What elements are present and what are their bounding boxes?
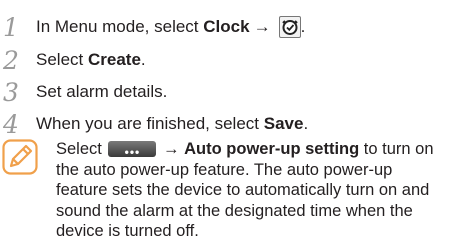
create-label: Create bbox=[87, 50, 141, 69]
step-number: 4 bbox=[3, 109, 19, 139]
step-text: In Menu mode, select Clock → . bbox=[36, 16, 306, 38]
step-number: 1 bbox=[3, 12, 19, 42]
step-text: When you are finished, select Save . bbox=[36, 114, 309, 133]
step-1: 1 In Menu mode, select Clock → . bbox=[0, 12, 305, 42]
auto-power-up-setting-label: Auto power-up setting bbox=[184, 140, 360, 158]
menu-path-clock: Clock bbox=[203, 17, 250, 36]
clock-icon bbox=[278, 16, 301, 38]
step-text: Select Create . bbox=[36, 50, 146, 69]
step-number: 3 bbox=[3, 77, 19, 107]
step-4: 4 When you are finished, select Save . bbox=[0, 109, 308, 139]
note-text: Select ••• → Auto power-up setting to tu… bbox=[56, 140, 434, 241]
menu-dots-icon: ••• bbox=[108, 140, 157, 159]
save-label: Save bbox=[263, 114, 304, 133]
step-2: 2 Select Create . bbox=[0, 45, 146, 75]
note-icon bbox=[2, 139, 38, 180]
step-number: 2 bbox=[3, 45, 19, 75]
step-3: 3 Set alarm details. bbox=[0, 77, 167, 107]
arrow: → bbox=[253, 17, 271, 36]
step-text: Set alarm details. bbox=[36, 82, 168, 101]
